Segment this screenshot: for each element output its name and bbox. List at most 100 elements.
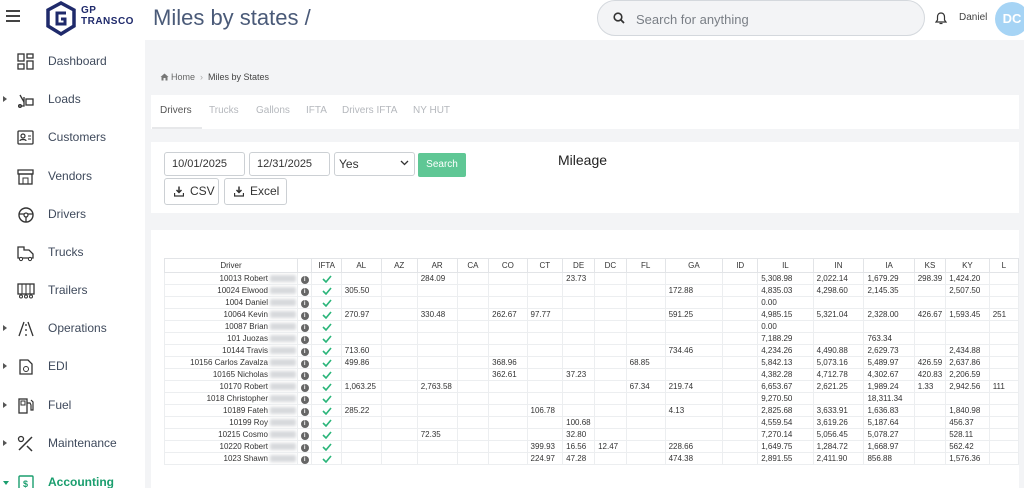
- table-row[interactable]: 1004 Daniel i 0.00: [164, 296, 1019, 309]
- column-header[interactable]: KY: [945, 258, 990, 273]
- tab-drivers[interactable]: Drivers: [160, 105, 192, 116]
- column-header[interactable]: FL: [625, 258, 666, 273]
- user-avatar[interactable]: DC: [995, 2, 1024, 36]
- info-icon[interactable]: i: [300, 275, 309, 284]
- sidebar-item-loads[interactable]: Loads: [0, 82, 145, 118]
- sidebar-item-operations[interactable]: Operations: [0, 311, 145, 347]
- info-icon[interactable]: i: [300, 287, 309, 296]
- column-header[interactable]: AL: [340, 258, 382, 273]
- column-header[interactable]: IN: [812, 258, 865, 273]
- info-icon[interactable]: i: [300, 299, 309, 308]
- driver-cell[interactable]: 10189 Fateh: [164, 404, 298, 417]
- info-icon[interactable]: i: [300, 347, 309, 356]
- user-name[interactable]: Daniel: [959, 12, 987, 23]
- info-icon[interactable]: i: [300, 431, 309, 440]
- search-button[interactable]: Search: [418, 153, 466, 177]
- breadcrumb-home-link[interactable]: Home: [171, 72, 195, 82]
- sidebar-item-drivers[interactable]: Drivers: [0, 197, 145, 233]
- info-icon[interactable]: i: [300, 311, 309, 320]
- export-csv-button[interactable]: CSV: [164, 178, 219, 205]
- ifta-select[interactable]: Yes: [334, 152, 415, 176]
- column-header[interactable]: L: [988, 258, 1019, 273]
- table-row[interactable]: 10189 Fateh i 285.22 106.78 4.13 2,825.68 3,63…: [164, 404, 1019, 417]
- table-row[interactable]: 10144 Travis i 713.60 734.46 4,234.26 4,490.8…: [164, 344, 1019, 357]
- info-icon[interactable]: i: [300, 407, 309, 416]
- column-header[interactable]: CA: [456, 258, 490, 273]
- info-icon[interactable]: i: [300, 455, 309, 464]
- sidebar-item-trucks[interactable]: Trucks: [0, 235, 145, 271]
- driver-cell[interactable]: 101 Juozas: [164, 332, 298, 345]
- column-header[interactable]: IL: [757, 258, 814, 273]
- sidebar-item-customers[interactable]: Customers: [0, 120, 145, 156]
- info-icon[interactable]: i: [300, 359, 309, 368]
- info-icon[interactable]: i: [300, 443, 309, 452]
- column-header[interactable]: KS: [913, 258, 947, 273]
- notification-bell-icon[interactable]: [935, 12, 947, 25]
- mileage-cell-fl: [625, 368, 666, 381]
- column-header[interactable]: DC: [594, 258, 627, 273]
- table-row[interactable]: 1018 Christopher i 9,270.50 18,311.34: [164, 392, 1019, 405]
- table-row[interactable]: 10215 Cosmo i 72.35 32.80 7,270.14 5,056.45 5,…: [164, 428, 1019, 441]
- table-row[interactable]: 10165 Nicholas i 362.61 37.23 4,382.28 4,712.…: [164, 368, 1019, 381]
- search-input[interactable]: [636, 9, 906, 29]
- column-header[interactable]: GA: [664, 258, 724, 273]
- column-header[interactable]: CT: [526, 258, 564, 273]
- table-row[interactable]: 1023 Shawn i 224.97 47.28 474.38 2,891.55 2,41…: [164, 452, 1019, 465]
- sidebar-item-dashboard[interactable]: Dashboard: [0, 44, 145, 80]
- hamburger-menu-icon[interactable]: [6, 10, 20, 22]
- end-date-input[interactable]: 12/31/2025: [249, 152, 330, 176]
- column-header[interactable]: DE: [562, 258, 596, 273]
- info-icon[interactable]: i: [300, 371, 309, 380]
- driver-cell[interactable]: 10144 Travis: [164, 344, 298, 357]
- global-search[interactable]: [597, 0, 925, 36]
- table-row[interactable]: 10064 Kevin i 270.97 330.48 262.67 97.77 591.2…: [164, 308, 1019, 321]
- table-row[interactable]: 10024 Elwood i 305.50 172.88 4,835.03 4,298.6…: [164, 284, 1019, 297]
- column-header[interactable]: IFTA: [311, 258, 342, 273]
- export-excel-button[interactable]: Excel: [224, 178, 287, 205]
- info-icon[interactable]: i: [300, 323, 309, 332]
- table-row[interactable]: 10087 Brian i 0.00: [164, 320, 1019, 333]
- column-header[interactable]: IA: [863, 258, 915, 273]
- column-header[interactable]: ID: [722, 258, 759, 273]
- column-header[interactable]: AZ: [380, 258, 418, 273]
- info-icon[interactable]: i: [300, 419, 309, 428]
- redacted-surname: [269, 287, 296, 295]
- info-icon[interactable]: i: [300, 383, 309, 392]
- table-row[interactable]: 10156 Carlos Zavalza i 499.86 368.96 68.85 5,…: [164, 356, 1019, 369]
- sidebar-item-vendors[interactable]: Vendors: [0, 159, 145, 195]
- driver-cell[interactable]: 10087 Brian: [164, 320, 298, 333]
- tab-ifta[interactable]: IFTA: [306, 105, 327, 116]
- driver-cell[interactable]: 10064 Kevin: [164, 308, 298, 321]
- driver-cell[interactable]: 1018 Christopher: [164, 392, 298, 405]
- sidebar-item-maintenance[interactable]: Maintenance: [0, 426, 145, 462]
- table-row[interactable]: 10220 Robert i 399.93 16.56 12.47 228.66 1,649…: [164, 440, 1019, 453]
- tab-gallons[interactable]: Gallons: [256, 105, 290, 116]
- driver-cell[interactable]: 10215 Cosmo: [164, 428, 298, 441]
- table-row[interactable]: 10199 Roy i 100.68 4,559.54 3,619.26 5,187.64…: [164, 416, 1019, 429]
- tab-drivers-ifta[interactable]: Drivers IFTA: [342, 105, 397, 116]
- driver-cell[interactable]: 1004 Daniel: [164, 296, 298, 309]
- column-header[interactable]: AR: [416, 258, 458, 273]
- driver-cell[interactable]: 10013 Robert: [164, 272, 298, 285]
- sidebar-item-edi[interactable]: EDI: [0, 349, 145, 385]
- table-row[interactable]: 101 Juozas i 7,188.29 763.34: [164, 332, 1019, 345]
- info-icon[interactable]: i: [300, 335, 309, 344]
- driver-cell[interactable]: 10165 Nicholas: [164, 368, 298, 381]
- driver-cell[interactable]: 10156 Carlos Zavalza: [164, 356, 298, 369]
- tab-trucks[interactable]: Trucks: [209, 105, 239, 116]
- tab-ny-hut[interactable]: NY HUT: [413, 105, 450, 116]
- driver-cell[interactable]: 10199 Roy: [164, 416, 298, 429]
- start-date-input[interactable]: 10/01/2025: [164, 152, 245, 176]
- sidebar-item-trailers[interactable]: Trailers: [0, 273, 145, 309]
- column-header[interactable]: CO: [488, 258, 528, 273]
- table-row[interactable]: 10170 Robert i 1,063.25 2,763.58 67.34 219.74…: [164, 380, 1019, 393]
- driver-cell[interactable]: 1023 Shawn: [164, 452, 298, 465]
- table-row[interactable]: 10013 Robert i 284.09 23.73 5,308.98 2,022.14…: [164, 272, 1019, 285]
- driver-cell[interactable]: 10170 Robert: [164, 380, 298, 393]
- driver-cell[interactable]: 10220 Robert: [164, 440, 298, 453]
- driver-cell[interactable]: 10024 Elwood: [164, 284, 298, 297]
- sidebar-item-fuel[interactable]: Fuel: [0, 388, 145, 424]
- column-header[interactable]: Driver: [164, 258, 298, 273]
- sidebar-item-accounting[interactable]: $ Accounting: [0, 465, 145, 488]
- info-icon[interactable]: i: [300, 395, 309, 404]
